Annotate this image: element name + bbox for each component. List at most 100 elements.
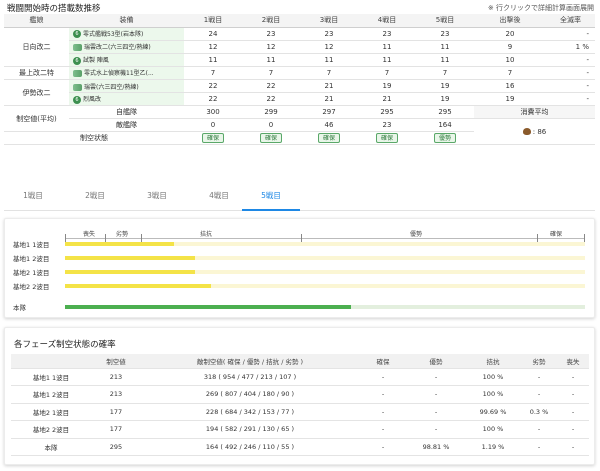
gauge-track [65, 242, 585, 246]
prob-value: - [359, 385, 407, 404]
after-value: 20 [474, 27, 546, 41]
seaplane-icon [73, 70, 82, 78]
tab-battle-3[interactable]: 3戦目 [128, 185, 186, 211]
prob-value: - [407, 403, 465, 421]
phase-name: 基地2 1波目 [11, 403, 91, 421]
status-cell: 優勢 [416, 131, 474, 146]
status-cell: 確保 [358, 131, 416, 146]
slot-value: 7 [358, 66, 416, 80]
own-air-value: 295 [358, 105, 416, 120]
header-row: 戦闘開始時の搭載数推移 ※ 行クリックで詳細計算画面展開 [0, 0, 600, 14]
table-row[interactable]: 日向改二 6 零式艦戦53型(岩本隊) 24 23 23 23 23 20 - [4, 27, 595, 67]
slot-value: 11 [416, 40, 474, 54]
gauge-track [65, 305, 585, 309]
battle-tabs: 1戦目 2戦目 3戦目 4戦目 5戦目 [4, 185, 595, 211]
col-supremacy: 確保 [359, 354, 407, 369]
slot-value: 11 [358, 40, 416, 54]
slot-value: 21 [358, 92, 416, 107]
table-row[interactable]: 最上改二特 零式水上偵察機11型乙(... 7 7 7 7 7 7 - [4, 66, 595, 80]
col-battle-2: 2戦目 [242, 14, 300, 28]
col-incapability: 喪失 [557, 354, 589, 369]
enemy-fleet-label: 敵艦隊 [69, 118, 184, 133]
col-parity: 拮抗 [465, 354, 521, 369]
slot-value: 23 [242, 27, 300, 41]
col-wipe-rate: 全滅率 [546, 14, 595, 28]
slot-value: 7 [242, 66, 300, 80]
gauge-tick [584, 234, 585, 242]
slot-value: 19 [416, 79, 474, 94]
tab-battle-5[interactable]: 5戦目 [242, 185, 300, 211]
col-battle-5: 5戦目 [416, 14, 474, 28]
gauge-tick [141, 234, 142, 242]
prob-value: - [359, 438, 407, 456]
slot-value: 19 [358, 79, 416, 94]
enemy-air-value: 164 [416, 118, 474, 133]
slot-value: 12 [242, 40, 300, 54]
enemy-air-value: 164 ( 492 / 246 / 110 / 55 ) [141, 438, 359, 456]
wipe-rate: - [546, 92, 595, 107]
transition-table: 艦娘 装備 1戦目 2戦目 3戦目 4戦目 5戦目 出撃後 全滅率 日向改二 6… [4, 14, 595, 146]
avg-consumption-value: : 86 [474, 118, 595, 146]
probability-panel: 各フェーズ制空状態の確率 制空値 敵制空値( 確保 / 優勢 / 拮抗 / 劣勢… [4, 327, 595, 465]
table-row: 基地2 2波目 177 194 ( 582 / 291 / 130 / 65 )… [11, 420, 589, 439]
wipe-rate: - [546, 27, 595, 41]
slot-value: 11 [358, 53, 416, 67]
slot-value: 22 [242, 79, 300, 94]
slot-value: 24 [184, 27, 242, 41]
air-value: 213 [91, 385, 141, 404]
after-value: 19 [474, 92, 546, 107]
col-superiority: 優勢 [407, 354, 465, 369]
gauge-fill [65, 305, 351, 309]
tab-battle-1[interactable]: 1戦目 [4, 185, 62, 211]
slot-value: 7 [184, 66, 242, 80]
slot-value: 23 [358, 27, 416, 41]
prob-value: - [521, 368, 557, 386]
after-value: 9 [474, 40, 546, 54]
table-row[interactable]: 6 試製 陣風 11 11 11 11 11 10 - [4, 53, 595, 67]
gauge-track [65, 284, 585, 288]
seaplane-icon [73, 83, 82, 91]
prob-value: 1.19 % [465, 438, 521, 456]
gauge-row-label: 基地1 1波目 [13, 241, 50, 249]
enemy-air-value: 0 [184, 118, 242, 133]
own-air-value: 295 [416, 105, 474, 120]
scale-label-supremacy: 確保 [550, 231, 563, 238]
col-ship: 艦娘 [4, 14, 69, 28]
col-equip: 装備 [69, 14, 184, 28]
phase-name: 基地1 1波目 [11, 368, 91, 386]
col-battle-1: 1戦目 [184, 14, 242, 28]
air-enemy-row: 敵艦隊 0 0 46 23 164 : 86 [4, 118, 595, 146]
slot-value: 21 [300, 79, 358, 94]
air-state-gauge-panel: 喪失 劣勢 拮抗 優勢 確保 基地1 1波目 基地1 2波目 基地2 1波目 基… [4, 218, 595, 318]
gauge-tick [65, 234, 66, 242]
prob-value: - [359, 403, 407, 421]
slot-value: 22 [184, 79, 242, 94]
enemy-air-value: 194 ( 582 / 291 / 130 / 65 ) [141, 420, 359, 439]
gauge-track [65, 256, 585, 260]
phase-name: 本隊 [11, 438, 91, 456]
prob-value: 100 % [465, 368, 521, 386]
prob-value: 99.69 % [465, 403, 521, 421]
header-note: ※ 行クリックで詳細計算画面展開 [487, 4, 594, 12]
col-after: 出撃後 [474, 14, 546, 28]
after-value: 16 [474, 79, 546, 94]
gauge-tick [537, 234, 538, 242]
after-value: 7 [474, 66, 546, 80]
wipe-rate: 1 % [546, 40, 595, 54]
col-battle-3: 3戦目 [300, 14, 358, 28]
tab-battle-4[interactable]: 4戦目 [190, 185, 248, 211]
slot-value: 21 [300, 92, 358, 107]
air-status-label: 制空状態 [4, 131, 184, 146]
page-title: 戦闘開始時の搭載数推移 [7, 4, 101, 14]
ship-name: 伊勢改二 [4, 79, 69, 107]
slot-value: 22 [242, 92, 300, 107]
tab-battle-2[interactable]: 2戦目 [66, 185, 124, 211]
phase-name: 基地2 2波目 [11, 420, 91, 439]
table-row[interactable]: 伊勢改二 瑞雲(六三四空/熟練) 22 22 21 19 19 16 - [4, 79, 595, 107]
table-row[interactable]: 6 烈風改 22 22 21 21 19 19 - [4, 92, 595, 107]
gauge-scale-line [65, 238, 585, 239]
table-row: 基地2 1波目 177 228 ( 684 / 342 / 153 / 77 )… [11, 403, 589, 421]
seaplane-icon [73, 44, 82, 52]
table-row[interactable]: 瑞雲改二(六三四空/熟練) 12 12 12 11 11 9 1 % [4, 40, 595, 54]
phase-name: 基地1 2波目 [11, 385, 91, 404]
